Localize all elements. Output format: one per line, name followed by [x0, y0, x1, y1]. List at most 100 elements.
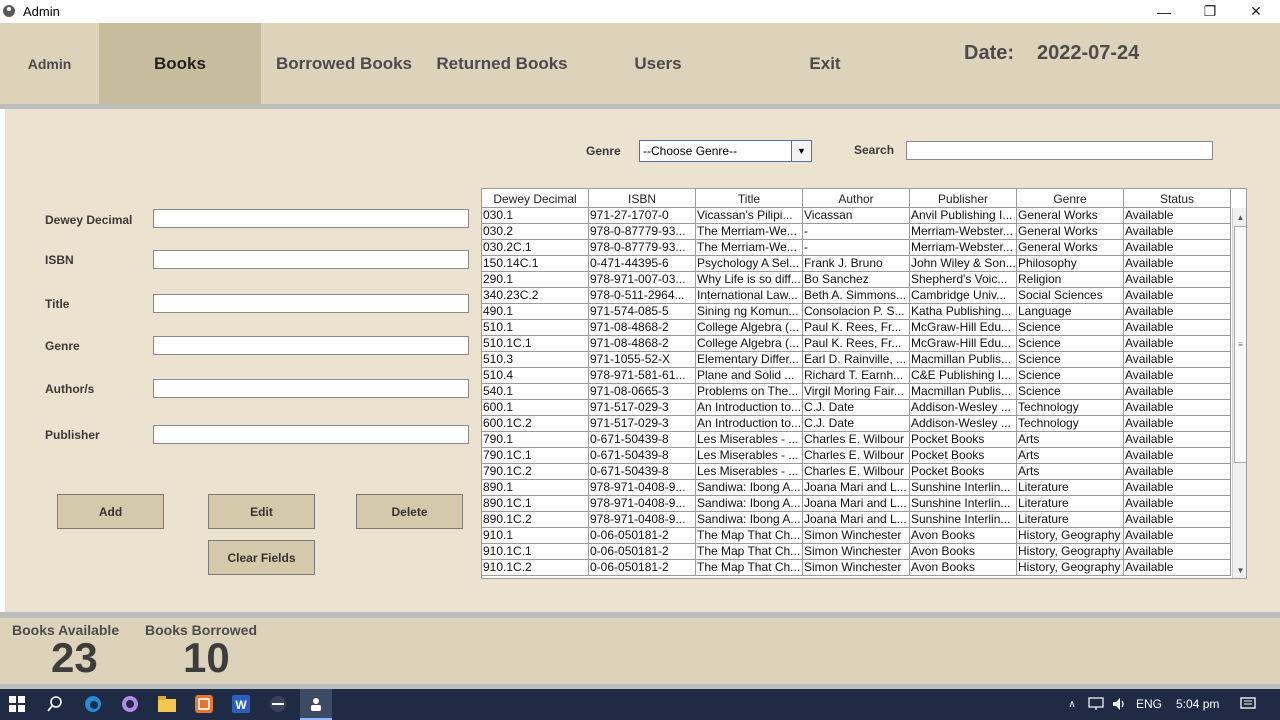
- column-header[interactable]: Dewey Decimal: [482, 189, 589, 208]
- chevron-down-icon[interactable]: ▼: [791, 141, 811, 161]
- chevron-up-icon[interactable]: ∧: [1061, 693, 1083, 715]
- authors-field[interactable]: [153, 379, 469, 398]
- table-cell: Available: [1124, 368, 1231, 384]
- notification-icon[interactable]: [1237, 693, 1259, 715]
- books-available-count: 23: [51, 634, 98, 681]
- publisher-label: Publisher: [45, 428, 100, 442]
- table-cell: Available: [1124, 528, 1231, 544]
- table-cell: Available: [1124, 288, 1231, 304]
- table-cell: Available: [1124, 496, 1231, 512]
- table-cell: 0-06-050181-2: [589, 544, 696, 560]
- table-row[interactable]: 510.1C.1 971-08-4868-2 College Algebra (..…: [482, 336, 1231, 352]
- language-indicator[interactable]: ENG: [1136, 697, 1162, 711]
- books-table[interactable]: Dewey Decimal ISBN Title Author Publishe…: [481, 188, 1247, 579]
- table-row[interactable]: 890.1C.2 978-971-0408-9... Sandiwa: Ibong …: [482, 512, 1231, 528]
- delete-button[interactable]: Delete: [356, 494, 463, 529]
- table-row[interactable]: 600.1C.2 971-517-029-3 An Introduction to.…: [482, 416, 1231, 432]
- search-icon[interactable]: [44, 693, 66, 715]
- table-cell: Addison-Wesley ...: [910, 400, 1017, 416]
- nav-returned-books[interactable]: Returned Books: [431, 23, 573, 104]
- table-cell: The Map That Ch...: [696, 528, 803, 544]
- table-scrollbar[interactable]: ▲ ≡ ▼: [1232, 208, 1246, 578]
- table-cell: Science: [1017, 352, 1124, 368]
- table-row[interactable]: 790.1C.1 0-671-50439-8 Les Miserables - ..…: [482, 448, 1231, 464]
- close-button[interactable]: ✕: [1233, 0, 1279, 23]
- genre-field[interactable]: [153, 336, 469, 355]
- table-row[interactable]: 510.1 971-08-4868-2 College Algebra (... Pa…: [482, 320, 1231, 336]
- table-cell: 600.1C.2: [482, 416, 589, 432]
- table-cell: The Merriam-We...: [696, 224, 803, 240]
- authors-label: Author/s: [45, 382, 95, 396]
- column-header[interactable]: Publisher: [910, 189, 1017, 208]
- minimize-button[interactable]: —: [1141, 0, 1187, 23]
- volume-icon[interactable]: [1109, 693, 1131, 715]
- nav-books[interactable]: Books: [99, 23, 261, 104]
- table-cell: An Introduction to...: [696, 400, 803, 416]
- table-row[interactable]: 030.2 978-0-87779-93... The Merriam-We... -…: [482, 224, 1231, 240]
- table-row[interactable]: 510.3 971-1055-52-X Elementary Differ... Ea…: [482, 352, 1231, 368]
- table-row[interactable]: 510.4 978-971-581-61... Plane and Solid ..…: [482, 368, 1231, 384]
- table-cell: Psychology A Sel...: [696, 256, 803, 272]
- edit-button[interactable]: Edit: [208, 494, 315, 529]
- clear-fields-button[interactable]: Clear Fields: [208, 540, 315, 575]
- scroll-up-icon[interactable]: ▲: [1233, 209, 1246, 225]
- column-header[interactable]: ISBN: [589, 189, 696, 208]
- table-row[interactable]: 340.23C.2 978-0-511-2964... International …: [482, 288, 1231, 304]
- restore-button[interactable]: ❐: [1187, 0, 1233, 23]
- table-row[interactable]: 030.2C.1 978-0-87779-93... The Merriam-We.…: [482, 240, 1231, 256]
- table-row[interactable]: 290.1 978-971-007-03... Why Life is so dif…: [482, 272, 1231, 288]
- table-cell: Available: [1124, 256, 1231, 272]
- table-row[interactable]: 910.1C.1 0-06-050181-2 The Map That Ch... S…: [482, 544, 1231, 560]
- nav-exit[interactable]: Exit: [780, 23, 870, 104]
- app-orange-icon[interactable]: [193, 693, 215, 715]
- column-header[interactable]: Author: [803, 189, 910, 208]
- publisher-field[interactable]: [153, 425, 469, 444]
- scroll-down-icon[interactable]: ▼: [1233, 562, 1246, 578]
- file-explorer-icon[interactable]: [156, 693, 178, 715]
- column-header[interactable]: Title: [696, 189, 803, 208]
- table-row[interactable]: 890.1 978-971-0408-9... Sandiwa: Ibong A..…: [482, 480, 1231, 496]
- table-row[interactable]: 790.1C.2 0-671-50439-8 Les Miserables - ..…: [482, 464, 1231, 480]
- table-cell: Sunshine Interlin...: [910, 496, 1017, 512]
- edge-browser-icon[interactable]: [82, 693, 104, 715]
- scrollbar-thumb[interactable]: ≡: [1234, 226, 1246, 463]
- isbn-field[interactable]: [153, 250, 469, 269]
- table-row[interactable]: 910.1 0-06-050181-2 The Map That Ch... Simo…: [482, 528, 1231, 544]
- dewey-decimal-field[interactable]: [153, 209, 469, 228]
- table-row[interactable]: 890.1C.1 978-971-0408-9... Sandiwa: Ibong …: [482, 496, 1231, 512]
- table-cell: Pocket Books: [910, 448, 1017, 464]
- app-circle-icon[interactable]: [119, 693, 141, 715]
- app-dark-icon[interactable]: [267, 693, 289, 715]
- nav-admin[interactable]: Admin: [0, 23, 99, 104]
- table-cell: McGraw-Hill Edu...: [910, 320, 1017, 336]
- table-row[interactable]: 790.1 0-671-50439-8 Les Miserables - ... Ch…: [482, 432, 1231, 448]
- add-button[interactable]: Add: [57, 494, 164, 529]
- genre-dropdown[interactable]: --Choose Genre-- ▼: [639, 140, 812, 162]
- title-field[interactable]: [153, 294, 469, 313]
- table-row[interactable]: 030.1 971-27-1707-0 Vicassan's Pilipi... Vi…: [482, 208, 1231, 224]
- table-cell: Available: [1124, 464, 1231, 480]
- table-row[interactable]: 600.1 971-517-029-3 An Introduction to... C…: [482, 400, 1231, 416]
- table-row[interactable]: 540.1 971-08-0665-3 Problems on The... Virg…: [482, 384, 1231, 400]
- windows-start-icon[interactable]: [6, 693, 28, 715]
- table-cell: 0-671-50439-8: [589, 432, 696, 448]
- network-icon[interactable]: [1085, 693, 1107, 715]
- nav-borrowed-books[interactable]: Borrowed Books: [270, 23, 418, 104]
- java-app-icon[interactable]: [300, 689, 332, 720]
- nav-users[interactable]: Users: [610, 23, 706, 104]
- table-cell: C.J. Date: [803, 400, 910, 416]
- word-icon[interactable]: W: [230, 693, 252, 715]
- table-row[interactable]: 150.14C.1 0-471-44395-6 Psychology A Sel..…: [482, 256, 1231, 272]
- table-cell: Sandiwa: Ibong A...: [696, 496, 803, 512]
- search-input[interactable]: [906, 141, 1213, 160]
- table-cell: John Wiley & Son...: [910, 256, 1017, 272]
- system-clock[interactable]: 5:04 pm: [1176, 697, 1219, 711]
- table-row[interactable]: 910.1C.2 0-06-050181-2 The Map That Ch... S…: [482, 560, 1231, 576]
- column-header[interactable]: Genre: [1017, 189, 1124, 208]
- column-header[interactable]: Status: [1124, 189, 1231, 208]
- table-cell: 790.1C.1: [482, 448, 589, 464]
- table-row[interactable]: 490.1 971-574-085-5 Sining ng Komun... Cons…: [482, 304, 1231, 320]
- table-cell: Science: [1017, 320, 1124, 336]
- table-cell: Language: [1017, 304, 1124, 320]
- table-cell: 0-671-50439-8: [589, 448, 696, 464]
